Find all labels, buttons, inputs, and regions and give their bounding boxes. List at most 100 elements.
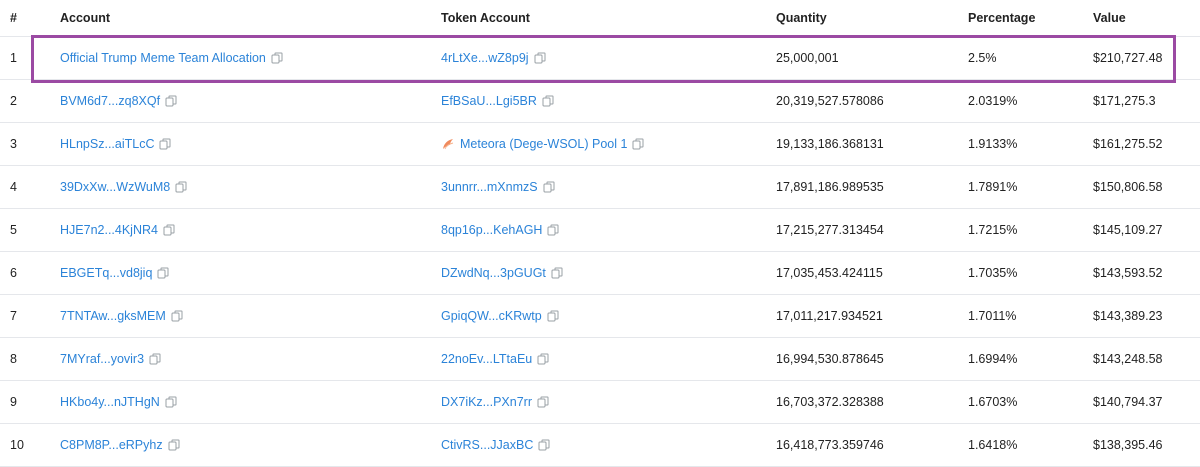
value-amount: $145,109.27 xyxy=(1093,223,1163,237)
copy-icon[interactable] xyxy=(538,439,550,451)
value-amount: $138,395.46 xyxy=(1093,438,1163,452)
copy-icon[interactable] xyxy=(175,181,187,193)
table-header: # Account Token Account Quantity Percent… xyxy=(0,0,1200,37)
token-account-cell: EfBSaU...Lgi5BR xyxy=(441,80,554,122)
quantity-value: 17,011,217.934521 xyxy=(776,309,883,323)
table-row: 10 C8PM8P...eRPyhz CtivRS...JJaxBC 16,41… xyxy=(0,424,1200,467)
header-account: Account xyxy=(60,11,110,25)
account-cell: HJE7n2...4KjNR4 xyxy=(60,209,175,251)
row-number: 1 xyxy=(10,51,17,65)
quantity-value: 16,418,773.359746 xyxy=(776,438,884,452)
value-amount: $143,389.23 xyxy=(1093,309,1163,323)
account-cell: C8PM8P...eRPyhz xyxy=(60,424,180,466)
token-account-link[interactable]: 8qp16p...KehAGH xyxy=(441,223,542,237)
account-link[interactable]: HJE7n2...4KjNR4 xyxy=(60,223,158,237)
table-row: 2 BVM6d7...zq8XQf EfBSaU...Lgi5BR 20,319… xyxy=(0,80,1200,123)
token-account-link[interactable]: 22noEv...LTtaEu xyxy=(441,352,532,366)
copy-icon[interactable] xyxy=(543,181,555,193)
percentage-value: 2.0319% xyxy=(968,94,1018,108)
row-number: 10 xyxy=(10,438,24,452)
copy-icon[interactable] xyxy=(551,267,563,279)
percentage-value: 1.6994% xyxy=(968,352,1018,366)
account-link[interactable]: EBGETq...vd8jiq xyxy=(60,266,152,280)
header-value: Value xyxy=(1093,11,1126,25)
copy-icon[interactable] xyxy=(542,95,554,107)
percentage-value: 1.9133% xyxy=(968,137,1018,151)
token-account-link[interactable]: CtivRS...JJaxBC xyxy=(441,438,533,452)
account-cell: HLnpSz...aiTLcC xyxy=(60,123,171,165)
account-link[interactable]: 39DxXw...WzWuM8 xyxy=(60,180,170,194)
token-account-link[interactable]: 4rLtXe...wZ8p9j xyxy=(441,51,529,65)
copy-icon[interactable] xyxy=(149,353,161,365)
token-account-cell: 22noEv...LTtaEu xyxy=(441,338,549,380)
quantity-value: 17,215,277.313454 xyxy=(776,223,884,237)
token-account-cell: GpiqQW...cKRwtp xyxy=(441,295,559,337)
percentage-value: 1.7891% xyxy=(968,180,1018,194)
copy-icon[interactable] xyxy=(537,353,549,365)
token-account-cell: 4rLtXe...wZ8p9j xyxy=(441,37,546,79)
token-account-cell: DX7iKz...PXn7rr xyxy=(441,381,549,423)
copy-icon[interactable] xyxy=(163,224,175,236)
row-number: 9 xyxy=(10,395,17,409)
percentage-value: 1.6418% xyxy=(968,438,1018,452)
account-cell: EBGETq...vd8jiq xyxy=(60,252,169,294)
row-number: 3 xyxy=(10,137,17,151)
copy-icon[interactable] xyxy=(165,95,177,107)
account-link[interactable]: Official Trump Meme Team Allocation xyxy=(60,51,266,65)
account-link[interactable]: 7TNTAw...gksMEM xyxy=(60,309,166,323)
token-account-cell: Meteora (Dege-WSOL) Pool 1 xyxy=(441,123,644,165)
meteora-pool-icon xyxy=(441,137,455,151)
quantity-value: 20,319,527.578086 xyxy=(776,94,884,108)
copy-icon[interactable] xyxy=(271,52,283,64)
copy-icon[interactable] xyxy=(168,439,180,451)
value-amount: $143,593.52 xyxy=(1093,266,1163,280)
percentage-value: 1.6703% xyxy=(968,395,1018,409)
holders-table: # Account Token Account Quantity Percent… xyxy=(0,0,1200,467)
row-number: 6 xyxy=(10,266,17,280)
row-number: 7 xyxy=(10,309,17,323)
token-account-link[interactable]: DX7iKz...PXn7rr xyxy=(441,395,532,409)
account-link[interactable]: 7MYraf...yovir3 xyxy=(60,352,144,366)
value-amount: $143,248.58 xyxy=(1093,352,1163,366)
account-link[interactable]: C8PM8P...eRPyhz xyxy=(60,438,163,452)
row-number: 5 xyxy=(10,223,17,237)
header-token-account: Token Account xyxy=(441,11,530,25)
token-account-cell: DZwdNq...3pGUGt xyxy=(441,252,563,294)
value-amount: $161,275.52 xyxy=(1093,137,1163,151)
quantity-value: 16,703,372.328388 xyxy=(776,395,884,409)
header-quantity: Quantity xyxy=(776,11,827,25)
copy-icon[interactable] xyxy=(534,52,546,64)
token-account-link[interactable]: 3unnrr...mXnmzS xyxy=(441,180,538,194)
table-row: 6 EBGETq...vd8jiq DZwdNq...3pGUGt 17,035… xyxy=(0,252,1200,295)
account-link[interactable]: HKbo4y...nJTHgN xyxy=(60,395,160,409)
percentage-value: 1.7215% xyxy=(968,223,1018,237)
table-row: 1 Official Trump Meme Team Allocation 4r… xyxy=(0,37,1200,80)
account-cell: BVM6d7...zq8XQf xyxy=(60,80,177,122)
table-row: 8 7MYraf...yovir3 22noEv...LTtaEu 16,994… xyxy=(0,338,1200,381)
token-account-link[interactable]: Meteora (Dege-WSOL) Pool 1 xyxy=(460,137,627,151)
table-row: 5 HJE7n2...4KjNR4 8qp16p...KehAGH 17,215… xyxy=(0,209,1200,252)
quantity-value: 17,035,453.424115 xyxy=(776,266,883,280)
copy-icon[interactable] xyxy=(159,138,171,150)
copy-icon[interactable] xyxy=(171,310,183,322)
account-link[interactable]: BVM6d7...zq8XQf xyxy=(60,94,160,108)
percentage-value: 1.7035% xyxy=(968,266,1018,280)
copy-icon[interactable] xyxy=(632,138,644,150)
copy-icon[interactable] xyxy=(547,224,559,236)
copy-icon[interactable] xyxy=(165,396,177,408)
quantity-value: 19,133,186.368131 xyxy=(776,137,884,151)
value-amount: $210,727.48 xyxy=(1093,51,1163,65)
token-account-link[interactable]: EfBSaU...Lgi5BR xyxy=(441,94,537,108)
copy-icon[interactable] xyxy=(537,396,549,408)
token-account-link[interactable]: GpiqQW...cKRwtp xyxy=(441,309,542,323)
account-cell: Official Trump Meme Team Allocation xyxy=(60,37,283,79)
copy-icon[interactable] xyxy=(157,267,169,279)
quantity-value: 17,891,186.989535 xyxy=(776,180,884,194)
table-row: 9 HKbo4y...nJTHgN DX7iKz...PXn7rr 16,703… xyxy=(0,381,1200,424)
row-number: 8 xyxy=(10,352,17,366)
copy-icon[interactable] xyxy=(547,310,559,322)
table-body: 1 Official Trump Meme Team Allocation 4r… xyxy=(0,37,1200,467)
account-link[interactable]: HLnpSz...aiTLcC xyxy=(60,137,154,151)
token-account-link[interactable]: DZwdNq...3pGUGt xyxy=(441,266,546,280)
percentage-value: 2.5% xyxy=(968,51,997,65)
